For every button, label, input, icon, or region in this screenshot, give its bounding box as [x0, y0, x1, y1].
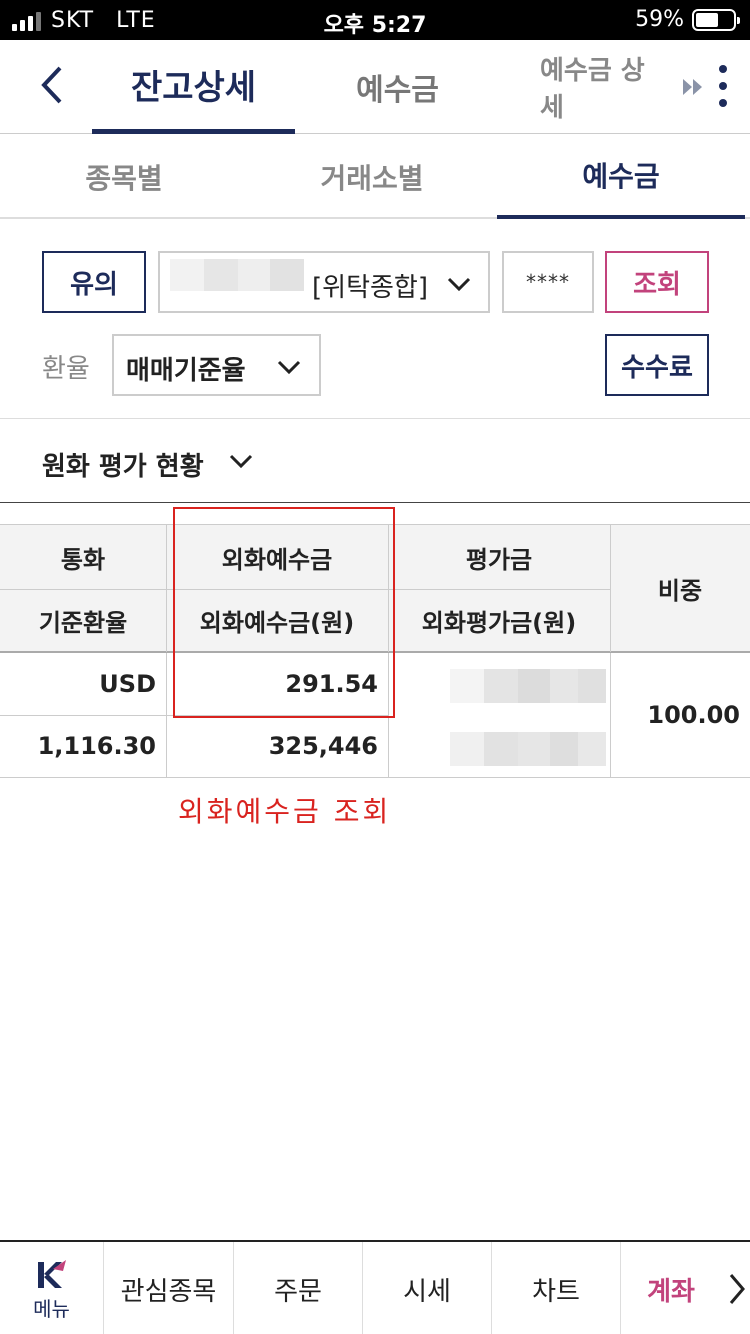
header-valuation: 평가금	[465, 545, 533, 574]
battery-percent: 59%	[635, 7, 684, 32]
bottom-tab-bar: 메뉴 관심종목 주문 시세 차트 계좌	[0, 1240, 750, 1334]
fee-button[interactable]: 수수료	[605, 334, 709, 396]
subtab-by-exchange[interactable]: 거래소별	[248, 134, 496, 219]
notice-button[interactable]: 유의	[42, 251, 146, 313]
cell-currency: USD	[99, 670, 156, 698]
highlight-box	[173, 507, 395, 718]
exchange-rate-value: 매매기준율	[126, 356, 246, 386]
chevron-down-icon[interactable]	[228, 452, 254, 470]
menu-label: 메뉴	[33, 1296, 70, 1321]
tab-deposit-detail[interactable]: 예수금 상세	[540, 40, 664, 134]
tab-deposit[interactable]: 예수금	[330, 40, 465, 134]
chevron-right-icon[interactable]	[728, 1272, 746, 1306]
bottom-tab-quotes[interactable]: 시세	[363, 1242, 492, 1334]
fast-forward-icon[interactable]	[681, 76, 705, 98]
query-button[interactable]: 조회	[605, 251, 709, 313]
divider	[0, 502, 750, 503]
top-nav: 잔고상세 예수금 예수금 상세	[0, 40, 750, 134]
subtab-deposit[interactable]: 예수금	[497, 134, 745, 219]
menu-button[interactable]: 메뉴	[0, 1242, 104, 1334]
cell-base-rate: 1,116.30	[37, 732, 156, 760]
masked-account-number	[170, 259, 304, 291]
account-type: [위탁종합]	[312, 273, 428, 303]
account-select[interactable]: [위탁종합]	[158, 251, 490, 313]
chevron-down-icon	[277, 360, 301, 375]
back-icon[interactable]	[30, 62, 76, 108]
app-logo-icon	[37, 1259, 66, 1288]
cell-weight: 100.00	[647, 701, 740, 729]
masked-fx-valuation-krw	[450, 732, 606, 766]
header-weight: 비중	[657, 577, 703, 605]
section-title[interactable]: 원화 평가 현황	[42, 446, 204, 483]
divider	[0, 418, 750, 419]
more-vertical-icon[interactable]	[716, 64, 730, 108]
header-base-rate: 기준환율	[38, 609, 128, 637]
masked-valuation	[450, 669, 606, 703]
status-bar: SKT LTE 오후 5:27 59%	[0, 0, 750, 40]
bottom-tab-order[interactable]: 주문	[234, 1242, 363, 1334]
header-fx-valuation-krw: 외화평가금(원)	[421, 609, 577, 637]
password-field[interactable]: ****	[502, 251, 594, 313]
bottom-tab-chart[interactable]: 차트	[492, 1242, 621, 1334]
bottom-tab-watchlist[interactable]: 관심종목	[104, 1242, 234, 1334]
annotation-text: 외화예수금 조회	[178, 795, 392, 828]
subtab-by-stock[interactable]: 종목별	[0, 134, 248, 219]
bottom-tab-account[interactable]: 계좌	[621, 1242, 721, 1334]
exchange-rate-select[interactable]: 매매기준율	[112, 334, 321, 396]
tab-balance-detail[interactable]: 잔고상세	[92, 40, 295, 134]
header-currency: 통화	[60, 545, 106, 574]
exchange-rate-label: 환율	[42, 354, 90, 384]
sub-tabs: 종목별 거래소별 예수금	[0, 134, 750, 219]
battery-icon	[692, 8, 740, 31]
chevron-down-icon	[447, 277, 471, 292]
cell-fx-deposit-krw: 325,446	[268, 732, 378, 760]
